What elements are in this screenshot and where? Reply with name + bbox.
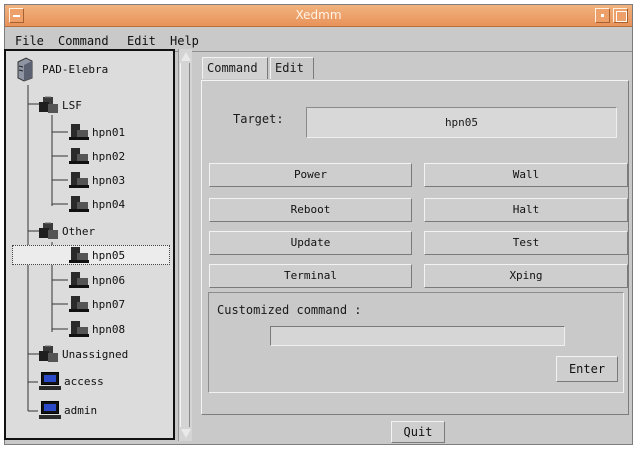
- minimize-icon[interactable]: [595, 8, 610, 23]
- scroll-thumb[interactable]: [180, 63, 190, 427]
- target-field: hpn05: [306, 107, 617, 138]
- tree-node-hpn05[interactable]: hpn05: [12, 245, 170, 265]
- server-icon: [69, 321, 89, 337]
- tree-node-label: hpn07: [92, 297, 126, 311]
- server-rack-icon: [17, 57, 33, 82]
- tab-command[interactable]: Command: [202, 57, 268, 79]
- node-tree[interactable]: PAD-Elebra LSF hpn01 hpn02 hpn03 hpn04 O…: [4, 49, 175, 440]
- window-title: Xedmm: [295, 8, 342, 22]
- target-label: Target:: [233, 112, 284, 126]
- tree-host-label: admin: [64, 403, 98, 417]
- tree-node-label: hpn04: [92, 197, 126, 211]
- server-icon: [69, 148, 89, 164]
- tree-node-hpn04[interactable]: hpn04: [68, 194, 125, 214]
- tree-root-label: PAD-Elebra: [42, 62, 109, 76]
- tree-node-label: hpn03: [92, 173, 126, 187]
- maximize-icon[interactable]: [613, 8, 628, 23]
- tree-group-label: LSF: [62, 98, 82, 112]
- tree-node-hpn03[interactable]: hpn03: [68, 170, 125, 190]
- tree-group-label: Unassigned: [62, 347, 129, 361]
- tree-group-unassigned[interactable]: Unassigned: [36, 344, 128, 364]
- tree-node-label: hpn05: [92, 248, 126, 262]
- menu-help[interactable]: Help: [170, 34, 199, 48]
- tree-node-hpn08[interactable]: hpn08: [68, 319, 125, 339]
- wall-button[interactable]: Wall: [424, 163, 628, 187]
- power-button[interactable]: Power: [209, 163, 412, 187]
- computer-icon: [38, 400, 62, 420]
- tree-node-hpn07[interactable]: hpn07: [68, 294, 125, 314]
- server-icon: [69, 296, 89, 312]
- tree-scrollbar[interactable]: [178, 49, 192, 441]
- cluster-icon: [39, 345, 58, 362]
- tree-node-label: hpn01: [92, 125, 126, 139]
- tree-group-lsf[interactable]: LSF: [36, 95, 82, 115]
- tree-node-label: hpn06: [92, 273, 126, 287]
- update-button[interactable]: Update: [209, 231, 412, 255]
- xping-button[interactable]: Xping: [424, 264, 628, 288]
- tree-host-access[interactable]: access: [38, 371, 104, 391]
- tree-node-label: hpn08: [92, 322, 126, 336]
- reboot-button[interactable]: Reboot: [209, 198, 412, 222]
- scroll-up-arrow-icon[interactable]: [181, 52, 191, 61]
- server-icon: [69, 247, 89, 263]
- server-icon: [69, 172, 89, 188]
- tree-node-hpn01[interactable]: hpn01: [68, 122, 125, 142]
- server-icon: [69, 272, 89, 288]
- menu-edit[interactable]: Edit: [127, 34, 156, 48]
- tree-node-hpn02[interactable]: hpn02: [68, 146, 125, 166]
- menu-command[interactable]: Command: [58, 34, 109, 48]
- custom-command-input[interactable]: [270, 326, 565, 346]
- computer-icon: [38, 371, 62, 391]
- tree-host-label: access: [64, 374, 104, 388]
- halt-button[interactable]: Halt: [424, 198, 628, 222]
- server-icon: [69, 124, 89, 140]
- tree-node-hpn06[interactable]: hpn06: [68, 270, 125, 290]
- cluster-icon: [39, 96, 58, 113]
- menu-file[interactable]: File: [15, 34, 44, 48]
- custom-command-label: Customized command :: [217, 303, 362, 317]
- quit-button[interactable]: Quit: [391, 421, 445, 443]
- tree-root[interactable]: PAD-Elebra: [16, 57, 109, 82]
- tree-group-other[interactable]: Other: [36, 221, 95, 241]
- tree-host-admin[interactable]: admin: [38, 400, 97, 420]
- terminal-button[interactable]: Terminal: [209, 264, 412, 288]
- title-bar[interactable]: Xedmm: [5, 5, 632, 27]
- cluster-icon: [39, 222, 58, 239]
- tab-edit[interactable]: Edit: [270, 57, 314, 79]
- enter-button[interactable]: Enter: [556, 356, 618, 382]
- server-icon: [69, 196, 89, 212]
- tree-node-label: hpn02: [92, 149, 126, 163]
- test-button[interactable]: Test: [424, 231, 628, 255]
- scroll-down-arrow-icon[interactable]: [181, 429, 191, 438]
- tree-group-label: Other: [62, 224, 96, 238]
